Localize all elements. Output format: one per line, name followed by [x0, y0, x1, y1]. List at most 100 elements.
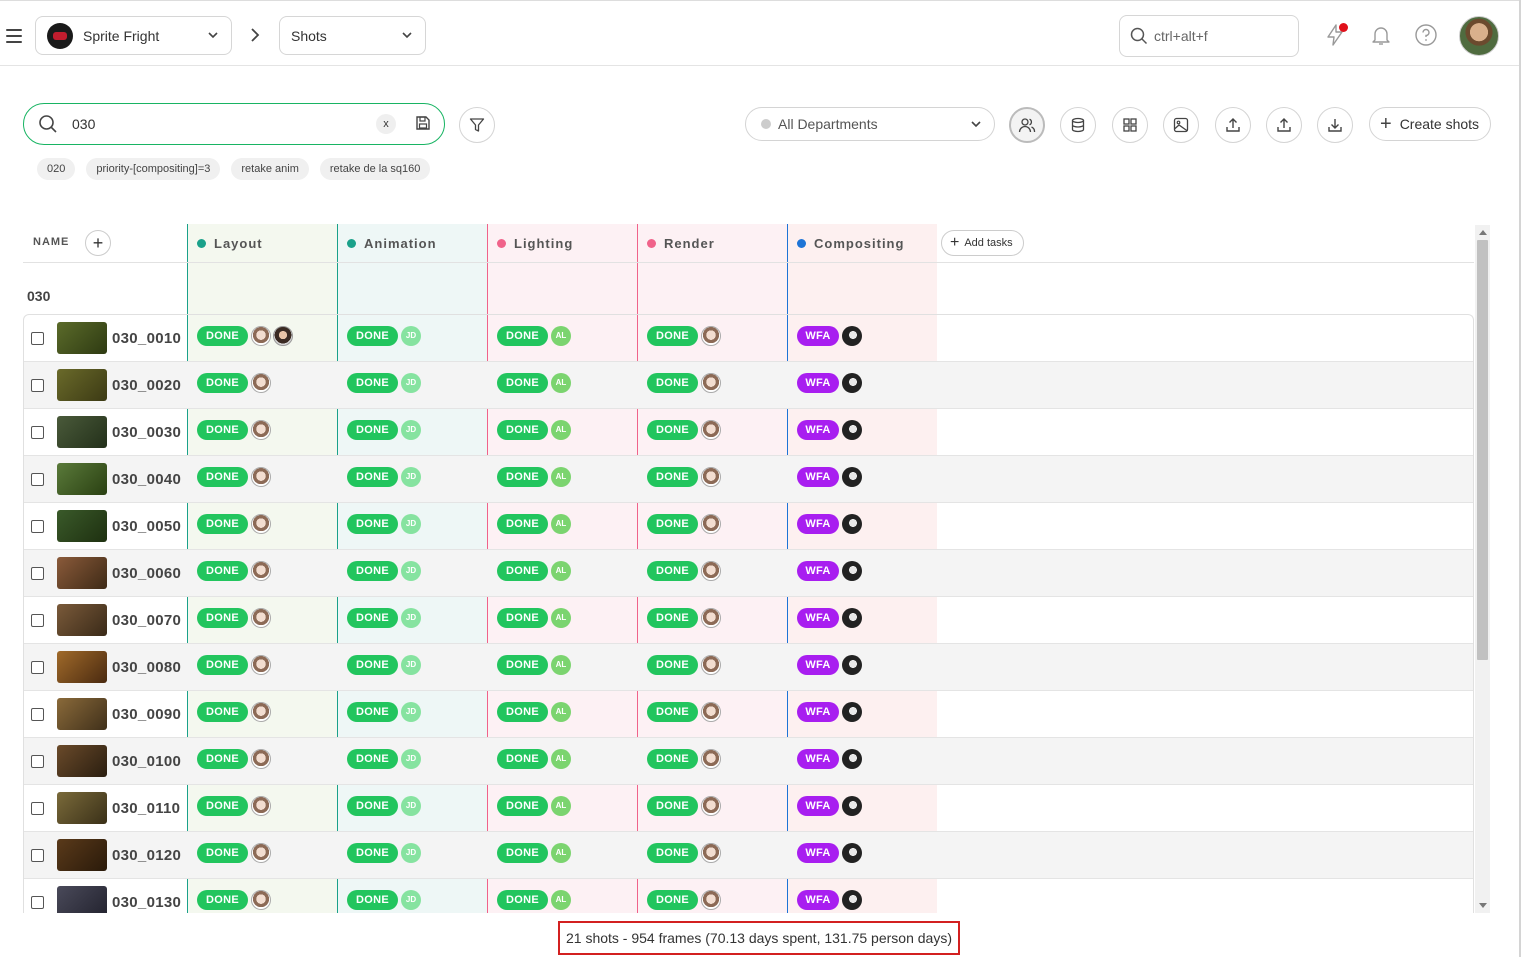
task-cell[interactable]: DONE JD — [337, 503, 487, 550]
row-checkbox[interactable] — [31, 614, 44, 627]
table-row[interactable]: 030_0090 DONE DONE JD DONE AL DONE WFA — [24, 691, 1473, 738]
task-cell[interactable]: DONE JD — [337, 315, 487, 362]
table-row[interactable]: 030_0110 DONE DONE JD DONE AL DONE WFA — [24, 785, 1473, 832]
create-shots-button[interactable]: + Create shots — [1369, 107, 1491, 141]
shot-thumbnail[interactable] — [57, 651, 107, 683]
task-status-badge[interactable]: DONE — [347, 561, 398, 581]
task-cell[interactable]: DONE AL — [487, 409, 637, 456]
task-status-badge[interactable]: DONE — [647, 467, 698, 487]
task-cell[interactable]: DONE AL — [487, 456, 637, 503]
row-checkbox[interactable] — [31, 661, 44, 674]
task-status-badge[interactable]: DONE — [497, 702, 548, 722]
task-cell[interactable]: WFA — [787, 691, 937, 738]
task-status-badge[interactable]: DONE — [647, 702, 698, 722]
task-status-badge[interactable]: DONE — [347, 843, 398, 863]
task-cell[interactable]: DONE AL — [487, 315, 637, 362]
task-cell[interactable]: WFA — [787, 597, 937, 644]
task-status-badge[interactable]: WFA — [797, 890, 839, 910]
saved-search-chip[interactable]: priority-[compositing]=3 — [86, 158, 221, 180]
task-cell[interactable]: DONE JD — [337, 691, 487, 738]
task-cell[interactable]: DONE — [187, 879, 337, 913]
task-status-badge[interactable]: WFA — [797, 655, 839, 675]
task-status-badge[interactable]: WFA — [797, 326, 839, 346]
task-cell[interactable]: DONE — [637, 691, 787, 738]
task-status-badge[interactable]: DONE — [647, 373, 698, 393]
task-cell[interactable]: DONE — [187, 691, 337, 738]
task-cell[interactable]: WFA — [787, 550, 937, 597]
name-column-header[interactable]: NAME — [33, 236, 69, 248]
task-cell[interactable]: DONE JD — [337, 597, 487, 644]
show-infos-button[interactable] — [1060, 107, 1096, 143]
table-row[interactable]: 030_0040 DONE DONE JD DONE AL DONE WFA — [24, 456, 1473, 503]
task-status-badge[interactable]: DONE — [197, 467, 248, 487]
task-status-badge[interactable]: DONE — [197, 749, 248, 769]
task-cell[interactable]: DONE — [187, 409, 337, 456]
task-status-badge[interactable]: DONE — [647, 843, 698, 863]
scroll-down-icon[interactable] — [1479, 903, 1487, 908]
task-cell[interactable]: DONE AL — [487, 597, 637, 644]
task-status-badge[interactable]: DONE — [347, 608, 398, 628]
task-status-badge[interactable]: DONE — [647, 326, 698, 346]
table-row[interactable]: 030_0120 DONE DONE JD DONE AL DONE WFA — [24, 832, 1473, 879]
shot-search-input[interactable] — [72, 116, 352, 132]
save-filter-icon[interactable] — [415, 115, 431, 131]
task-status-badge[interactable]: DONE — [197, 702, 248, 722]
shot-thumbnail[interactable] — [57, 369, 107, 401]
task-cell[interactable]: DONE — [187, 738, 337, 785]
task-status-badge[interactable]: DONE — [497, 373, 548, 393]
task-status-badge[interactable]: WFA — [797, 608, 839, 628]
help-icon[interactable] — [1414, 23, 1438, 47]
add-tasks-button[interactable]: + Add tasks — [941, 230, 1024, 256]
menu-icon[interactable] — [6, 29, 22, 43]
task-cell[interactable]: DONE — [187, 832, 337, 879]
table-row[interactable]: 030_0100 DONE DONE JD DONE AL DONE WFA — [24, 738, 1473, 785]
row-checkbox[interactable] — [31, 755, 44, 768]
shot-name[interactable]: 030_0070 — [112, 612, 181, 629]
saved-search-chip[interactable]: retake de la sq160 — [319, 158, 431, 180]
task-status-badge[interactable]: DONE — [647, 420, 698, 440]
task-cell[interactable]: DONE — [637, 362, 787, 409]
task-status-badge[interactable]: DONE — [347, 514, 398, 534]
task-cell[interactable]: DONE JD — [337, 456, 487, 503]
task-status-badge[interactable]: DONE — [347, 326, 398, 346]
task-cell[interactable]: DONE — [637, 785, 787, 832]
task-cell[interactable]: DONE — [187, 503, 337, 550]
task-cell[interactable]: DONE — [187, 362, 337, 409]
task-cell[interactable]: DONE — [637, 550, 787, 597]
task-status-badge[interactable]: DONE — [347, 702, 398, 722]
task-cell[interactable]: DONE — [637, 315, 787, 362]
task-status-badge[interactable]: WFA — [797, 467, 839, 487]
task-status-badge[interactable]: WFA — [797, 796, 839, 816]
task-cell[interactable]: WFA — [787, 644, 937, 691]
task-cell[interactable]: DONE AL — [487, 550, 637, 597]
row-checkbox[interactable] — [31, 849, 44, 862]
task-cell[interactable]: DONE JD — [337, 738, 487, 785]
table-row[interactable]: 030_0010 DONE DONE JD DONE AL DONE WFA — [24, 315, 1473, 362]
task-status-badge[interactable]: DONE — [197, 843, 248, 863]
task-status-badge[interactable]: DONE — [347, 420, 398, 440]
shot-thumbnail[interactable] — [57, 839, 107, 871]
task-cell[interactable]: WFA — [787, 785, 937, 832]
task-status-badge[interactable]: DONE — [347, 796, 398, 816]
scroll-up-icon[interactable] — [1479, 230, 1487, 235]
task-cell[interactable]: WFA — [787, 409, 937, 456]
task-cell[interactable]: DONE — [187, 550, 337, 597]
task-column-header[interactable]: Animation — [337, 224, 487, 263]
task-status-badge[interactable]: DONE — [647, 796, 698, 816]
shot-thumbnail[interactable] — [57, 416, 107, 448]
shot-name[interactable]: 030_0120 — [112, 847, 181, 864]
task-status-badge[interactable]: DONE — [197, 420, 248, 440]
task-status-badge[interactable]: DONE — [497, 890, 548, 910]
task-cell[interactable]: DONE AL — [487, 644, 637, 691]
task-status-badge[interactable]: DONE — [497, 608, 548, 628]
shot-name[interactable]: 030_0020 — [112, 377, 181, 394]
task-cell[interactable]: DONE — [637, 456, 787, 503]
task-status-badge[interactable]: DONE — [647, 890, 698, 910]
add-thumbnails-button[interactable] — [1163, 107, 1199, 143]
shot-thumbnail[interactable] — [57, 698, 107, 730]
task-cell[interactable]: DONE JD — [337, 550, 487, 597]
task-status-badge[interactable]: DONE — [647, 655, 698, 675]
task-status-badge[interactable]: DONE — [347, 890, 398, 910]
task-status-badge[interactable]: DONE — [197, 890, 248, 910]
task-cell[interactable]: DONE AL — [487, 785, 637, 832]
